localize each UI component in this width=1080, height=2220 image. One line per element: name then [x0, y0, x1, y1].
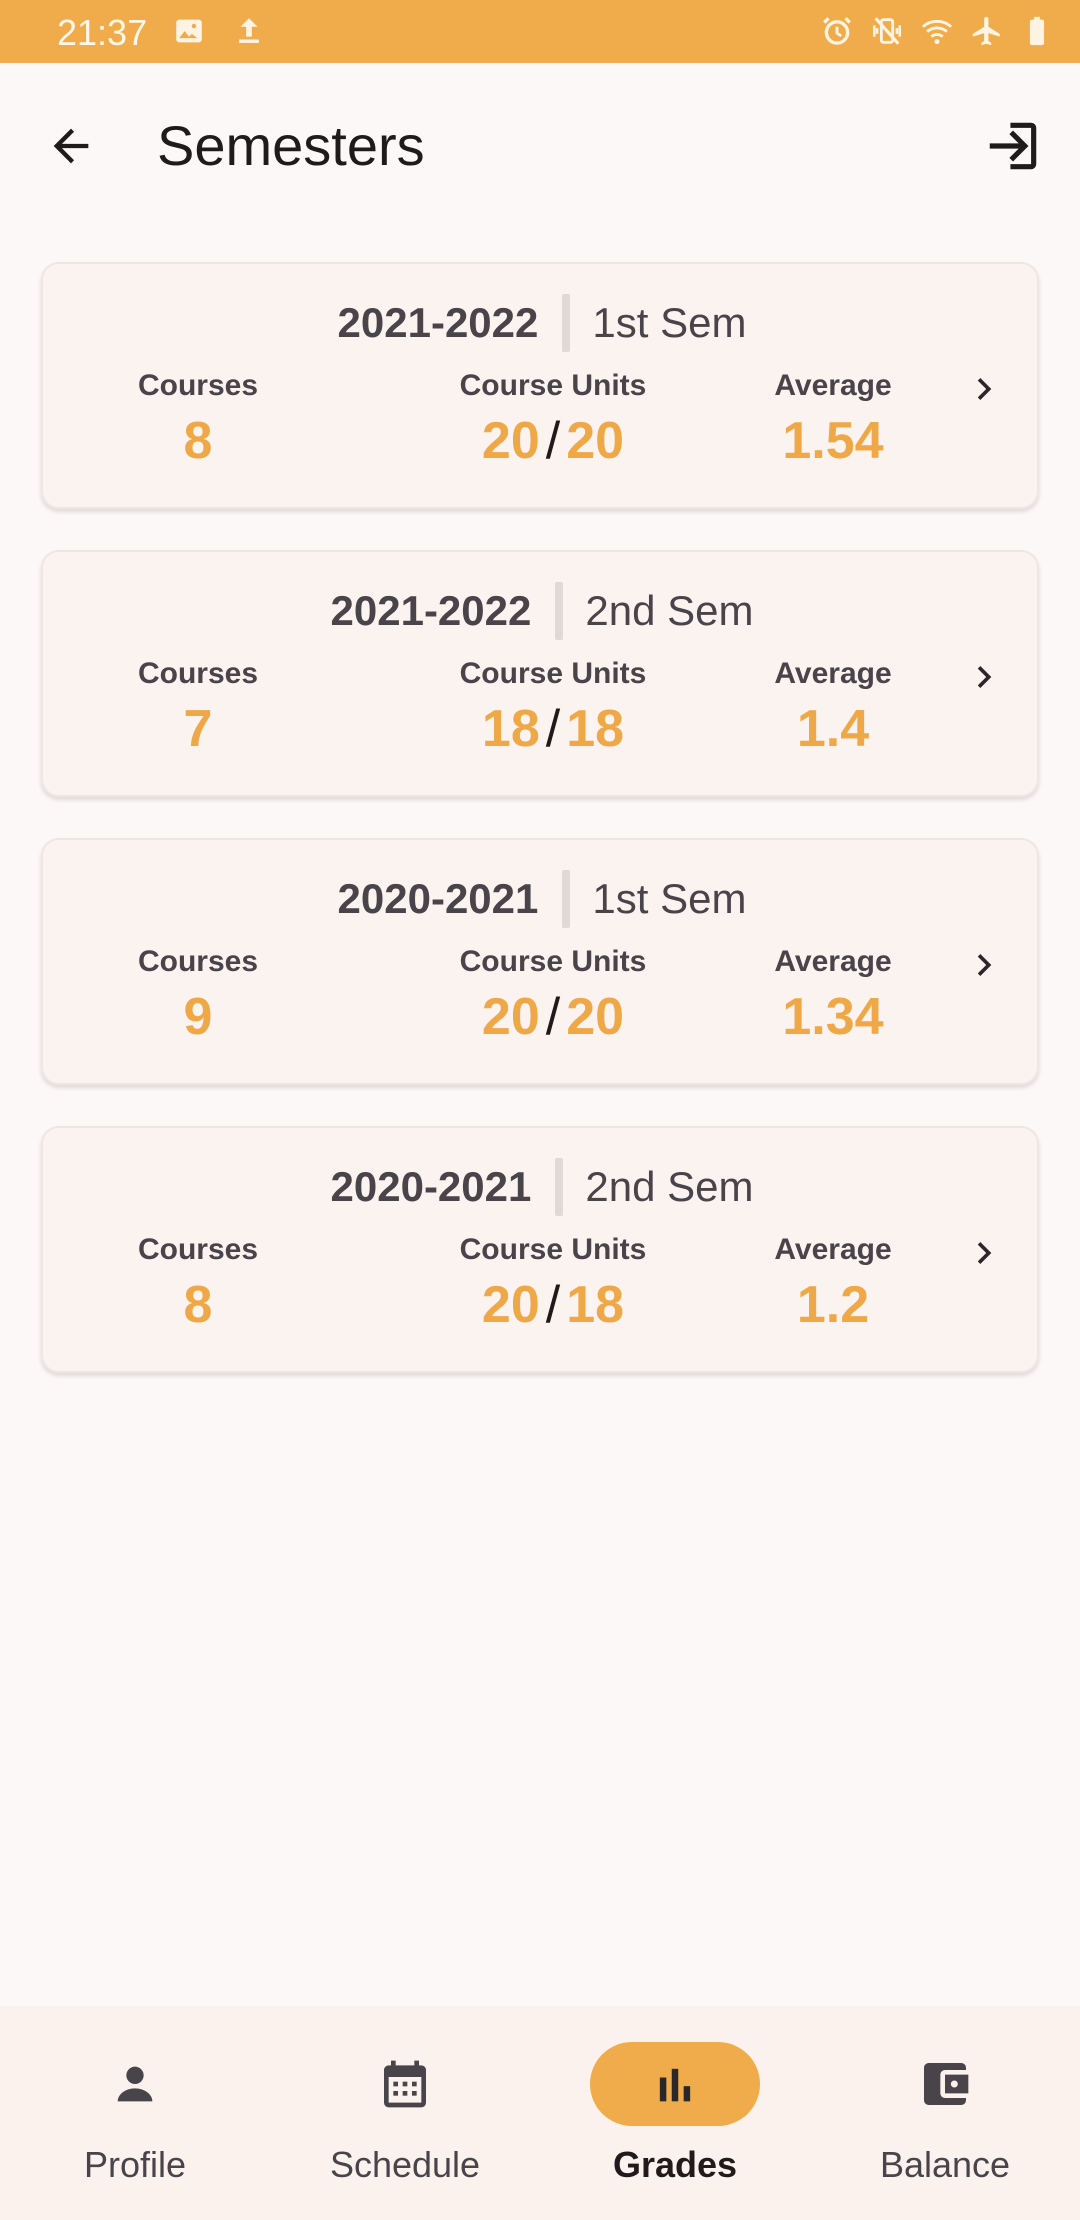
- divider: [562, 294, 571, 352]
- nav-label-balance: Balance: [879, 2144, 1011, 2185]
- units-separator: /: [545, 988, 561, 1046]
- semester-year: 2020-2021: [330, 1163, 532, 1210]
- nav-item-grades[interactable]: Grades: [540, 2042, 810, 2202]
- semester-year: 2021-2022: [330, 587, 532, 634]
- active-indicator: [590, 2042, 760, 2126]
- courses-value: 9: [183, 988, 213, 1046]
- person-icon: [117, 2066, 153, 2102]
- chevron-right-icon: [959, 1228, 1009, 1278]
- bar-chart-icon: [659, 2068, 691, 2102]
- semester-name: 2nd Sem: [585, 587, 754, 634]
- courses-label: Courses: [137, 945, 259, 978]
- course-units-value: 20/20: [393, 987, 713, 1047]
- average-value: 1.34: [782, 988, 884, 1046]
- courses-label: Courses: [137, 1233, 259, 1266]
- units-taken: 20: [481, 1276, 540, 1334]
- average-value: 1.4: [796, 700, 870, 758]
- chevron-right-icon: [959, 364, 1009, 414]
- units-taken: 20: [481, 988, 540, 1046]
- average-label: Average: [774, 657, 892, 690]
- courses-value: 8: [183, 412, 213, 470]
- calendar-icon: [384, 2060, 426, 2108]
- alarm-icon: [820, 14, 854, 48]
- battery-icon: [1020, 14, 1054, 48]
- course-units-value: 18/18: [393, 699, 713, 759]
- divider: [562, 870, 571, 928]
- units-separator: /: [545, 700, 561, 758]
- semester-card[interactable]: 2021-2022 1st Sem Courses 8 Course Units…: [41, 262, 1039, 509]
- units-total: 20: [566, 412, 625, 470]
- courses-value: 7: [183, 700, 213, 758]
- back-button[interactable]: [36, 111, 106, 181]
- course-units-value: 20/18: [393, 1275, 713, 1335]
- average-label: Average: [774, 369, 892, 402]
- courses-value: 8: [183, 1276, 213, 1334]
- wallet-icon: [924, 2063, 969, 2105]
- nav-item-balance[interactable]: Balance: [810, 2042, 1080, 2202]
- nav-label-profile: Profile: [83, 2144, 187, 2185]
- divider: [555, 582, 564, 640]
- semester-year: 2020-2021: [337, 875, 539, 922]
- divider: [555, 1158, 564, 1216]
- nav-label-grades: Grades: [612, 2144, 738, 2185]
- average-value: 1.2: [796, 1276, 870, 1334]
- course-units-label: Course Units: [459, 657, 647, 690]
- logout-icon: [989, 122, 1037, 170]
- course-units-label: Course Units: [459, 369, 647, 402]
- semester-name: 1st Sem: [592, 875, 747, 922]
- semester-name: 2nd Sem: [585, 1163, 754, 1210]
- units-taken: 18: [481, 700, 540, 758]
- airplane-icon: [970, 14, 1004, 48]
- status-time: 21:37: [57, 12, 148, 53]
- course-units-label: Course Units: [459, 945, 647, 978]
- semester-card[interactable]: 2020-2021 2nd Sem Courses 8 Course Units…: [41, 1126, 1039, 1373]
- semester-name: 1st Sem: [592, 299, 747, 346]
- nav-item-schedule[interactable]: Schedule: [270, 2042, 540, 2202]
- course-units-label: Course Units: [459, 1233, 647, 1266]
- semester-year: 2021-2022: [337, 299, 539, 346]
- upload-icon: [232, 14, 266, 48]
- page-title: Semesters: [157, 114, 425, 177]
- courses-label: Courses: [137, 657, 259, 690]
- average-value: 1.54: [782, 412, 884, 470]
- wifi-icon: [920, 14, 954, 48]
- semester-card[interactable]: 2020-2021 1st Sem Courses 9 Course Units…: [41, 838, 1039, 1085]
- units-separator: /: [545, 412, 561, 470]
- units-total: 18: [566, 1276, 625, 1334]
- logout-button[interactable]: [976, 109, 1050, 183]
- vibrate-off-icon: [870, 14, 904, 48]
- units-separator: /: [545, 1276, 561, 1334]
- courses-label: Courses: [137, 369, 259, 402]
- course-units-value: 20/20: [393, 411, 713, 471]
- app-bar: Semesters: [0, 63, 1080, 223]
- units-total: 20: [566, 988, 625, 1046]
- semester-card[interactable]: 2021-2022 2nd Sem Courses 7 Course Units…: [41, 550, 1039, 797]
- average-label: Average: [774, 1233, 892, 1266]
- average-label: Average: [774, 945, 892, 978]
- arrow-back-icon: [53, 128, 89, 164]
- nav-label-schedule: Schedule: [329, 2144, 481, 2185]
- status-bar: 21:37: [0, 0, 1080, 63]
- chevron-right-icon: [959, 940, 1009, 990]
- units-taken: 20: [481, 412, 540, 470]
- nav-item-profile[interactable]: Profile: [0, 2042, 270, 2202]
- chevron-right-icon: [959, 652, 1009, 702]
- image-icon: [172, 14, 206, 48]
- units-total: 18: [566, 700, 625, 758]
- bottom-navigation: Profile Schedule Grades Balance: [0, 2006, 1080, 2220]
